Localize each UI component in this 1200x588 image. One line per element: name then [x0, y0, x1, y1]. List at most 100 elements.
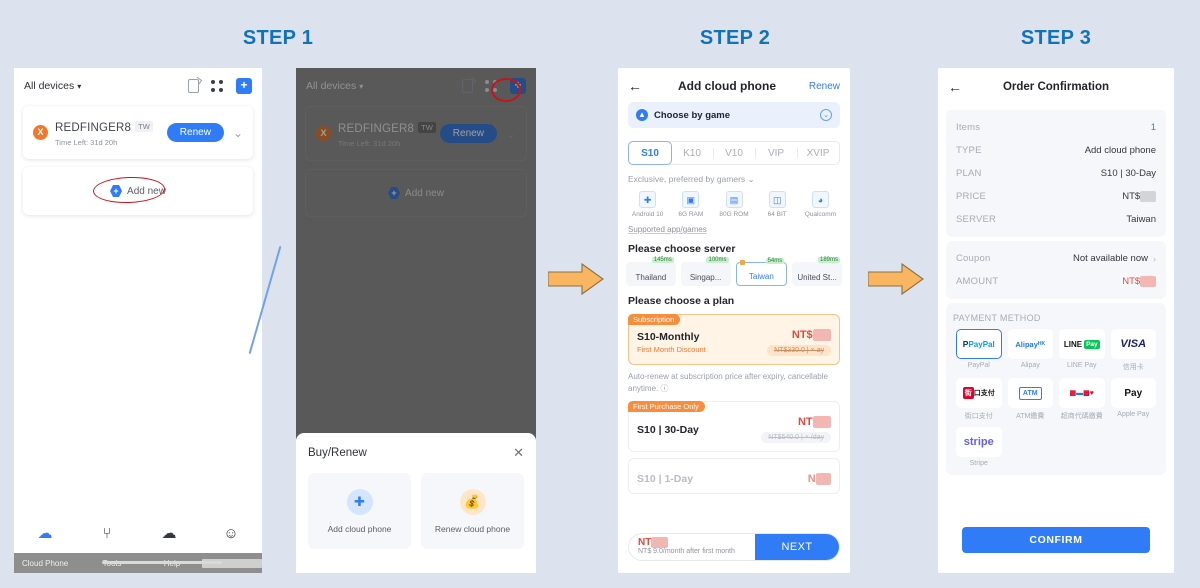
order-page-title: Order Confirmation	[1002, 81, 1110, 93]
server-thailand[interactable]: 145ms Thailand	[626, 257, 676, 286]
payment-convenience-store[interactable]: ▦ ▬ ▩ ♥ 超商代碼繳費	[1056, 378, 1108, 421]
plan-row-1day: S10 | 1-Day N	[637, 473, 831, 486]
device-status-badge: X	[33, 125, 48, 140]
value-items: 1	[1150, 122, 1156, 133]
renew-link[interactable]: Renew	[806, 81, 840, 92]
add-device-button[interactable]: +	[236, 78, 252, 94]
payment-jkopay[interactable]: 街口支付 街口支付	[953, 378, 1005, 421]
payment-paypal[interactable]: P PayPal PayPal	[953, 329, 1005, 372]
label-server: SERVER	[956, 214, 997, 226]
plan-card-30day[interactable]: First Purchase Only S10 | 30-Day NT NT$5…	[628, 401, 840, 453]
renew-button-2[interactable]: Renew	[439, 124, 497, 143]
payment-method-title: PAYMENT METHOD	[953, 313, 1041, 324]
plan-price-prefix-30day: NT	[761, 416, 831, 429]
atm-machine-icon: ATM	[1007, 378, 1053, 409]
tab-v10[interactable]: V10	[713, 142, 755, 164]
row-coupon[interactable]: Coupon Not available now ›	[956, 247, 1156, 270]
add-new-card-2[interactable]: + Add new	[305, 169, 527, 217]
help-icon: ☁	[161, 525, 177, 542]
redacted-footer-price	[651, 537, 669, 548]
nav-item-profile[interactable]: ☺	[200, 526, 262, 542]
close-icon[interactable]: ✕	[513, 445, 524, 461]
payment-atm[interactable]: ATM ATM繳費	[1005, 378, 1057, 421]
plan-name-30day: S10 | 30-Day	[637, 423, 699, 436]
payment-label-apple-pay: Apple Pay	[1117, 411, 1150, 419]
server-singapore[interactable]: 100ms Singap...	[680, 257, 731, 286]
payment-stripe[interactable]: stripe Stripe	[953, 427, 1005, 467]
plan-text-monthly: S10-Monthly First Month Discount	[637, 331, 706, 354]
device-selector-label[interactable]: All devices	[24, 80, 74, 92]
bottom-navigation: ☁ ⑂ ☁ ☺	[14, 515, 262, 553]
supported-apps-link[interactable]: Supported app/games	[628, 225, 840, 234]
add-device-button-2[interactable]: +	[510, 78, 526, 94]
payment-label-paypal: PayPal	[967, 362, 990, 370]
next-button[interactable]: NEXT	[755, 534, 839, 560]
ping-thailand: 145ms	[651, 257, 674, 263]
server-name-united-states: United St...	[797, 273, 837, 282]
tab-vip[interactable]: VIP	[755, 142, 797, 164]
server-united-states[interactable]: 189ms United St...	[792, 257, 842, 286]
device-selector-label-2[interactable]: All devices	[306, 80, 356, 92]
back-arrow-icon-2[interactable]: ←	[948, 79, 968, 95]
chevron-down-icon[interactable]: ▾	[77, 82, 81, 91]
phone-icon[interactable]	[188, 79, 199, 93]
plan-name-monthly: S10-Monthly	[637, 331, 700, 344]
money-bag-icon: 💰	[459, 488, 486, 515]
renew-button[interactable]: Renew	[166, 123, 224, 142]
plan-card-monthly[interactable]: Subscription S10-Monthly First Month Dis…	[628, 314, 840, 366]
payment-label-atm: ATM繳費	[1016, 413, 1045, 421]
checkout-bar: NT NT$ 9.0/month after first month NEXT	[628, 533, 840, 561]
nav-item-help[interactable]: ☁	[138, 526, 200, 542]
device-card[interactable]: X REDFINGER8 TW Time Left: 31d 20h Renew …	[23, 106, 253, 159]
plan-card-1day[interactable]: S10 | 1-Day N	[628, 458, 840, 495]
payment-alipay[interactable]: Alipay HK Alipay	[1005, 329, 1057, 372]
tab-k10[interactable]: K10	[671, 142, 713, 164]
expand-chevron-icon[interactable]: ⌄	[233, 126, 243, 140]
payment-credit-card[interactable]: VISA 信用卡	[1108, 329, 1160, 372]
visa-logo-icon: VISA	[1110, 329, 1156, 360]
device-card-2[interactable]: X REDFINGER8 TW Time Left: 31d 20h Renew …	[305, 106, 527, 161]
redacted-price-monthly	[812, 329, 831, 342]
payment-apple-pay[interactable]: Pay Apple Pay	[1108, 378, 1160, 421]
ping-taiwan: 54ms	[765, 258, 785, 264]
tab-s10[interactable]: S10	[628, 141, 672, 165]
redacted-order-price	[1140, 191, 1156, 202]
grid-view-icon[interactable]	[211, 79, 224, 93]
payment-label-jkopay: 街口支付	[964, 413, 993, 421]
add-new-card[interactable]: + Add new	[23, 167, 253, 215]
confirm-button[interactable]: CONFIRM	[962, 527, 1150, 553]
device-info-2: REDFINGER8 TW Time Left: 31d 20h	[338, 119, 440, 148]
tab-xvip[interactable]: XVIP	[797, 142, 839, 164]
chevron-right-icon[interactable]: ›	[1153, 254, 1156, 264]
payment-line-pay[interactable]: LINE Pay LINE Pay	[1056, 329, 1108, 372]
add-cloud-phone-screen: ← Add cloud phone Renew ▲ Choose by game…	[618, 68, 850, 573]
phone-icon-2[interactable]	[462, 79, 473, 93]
coupon-amount-block: Coupon Not available now › AMOUNT NT$	[946, 241, 1166, 300]
row-amount: AMOUNT NT$	[956, 270, 1156, 293]
back-arrow-icon[interactable]: ←	[628, 78, 648, 94]
exclusive-note[interactable]: Exclusive, preferred by gamers ⌄	[628, 174, 840, 185]
row-type: TYPE Add cloud phone	[956, 139, 1156, 162]
order-confirmation-screen: ← Order Confirmation Items 1 TYPE Add cl…	[938, 68, 1174, 573]
nav-item-cloud-phone[interactable]: ☁	[14, 526, 76, 542]
expand-chevron-icon-2[interactable]: ⌄	[506, 127, 516, 141]
option-add-cloud-phone[interactable]: ✚ Add cloud phone	[308, 473, 411, 549]
line-pay-logo-icon: LINE Pay	[1059, 329, 1105, 360]
chevron-down-circle-icon[interactable]: ⌄	[820, 109, 832, 121]
value-price: NT$	[1122, 191, 1156, 202]
footer-price-main: NT	[638, 537, 755, 548]
horizontal-scrollbar[interactable]	[102, 561, 222, 564]
android-icon: ✚	[639, 191, 657, 208]
payment-label-convenience-store: 超商代碼繳費	[1060, 413, 1103, 421]
grid-view-icon-2[interactable]	[485, 79, 498, 93]
server-name-thailand: Thailand	[635, 273, 667, 282]
spec-label-android: Android 10	[631, 211, 664, 218]
chevron-down-icon-2[interactable]: ▾	[359, 82, 363, 91]
choose-by-game-banner[interactable]: ▲ Choose by game ⌄	[628, 102, 840, 128]
device-time-left-2: Time Left: 31d 20h	[338, 139, 401, 148]
nav-item-tools[interactable]: ⑂	[76, 526, 138, 542]
server-taiwan[interactable]: 54ms Taiwan	[735, 258, 788, 286]
sheet-header: Buy/Renew ✕	[308, 445, 524, 461]
device-region-tag: TW	[135, 121, 153, 132]
option-renew-cloud-phone[interactable]: 💰 Renew cloud phone	[421, 473, 524, 549]
